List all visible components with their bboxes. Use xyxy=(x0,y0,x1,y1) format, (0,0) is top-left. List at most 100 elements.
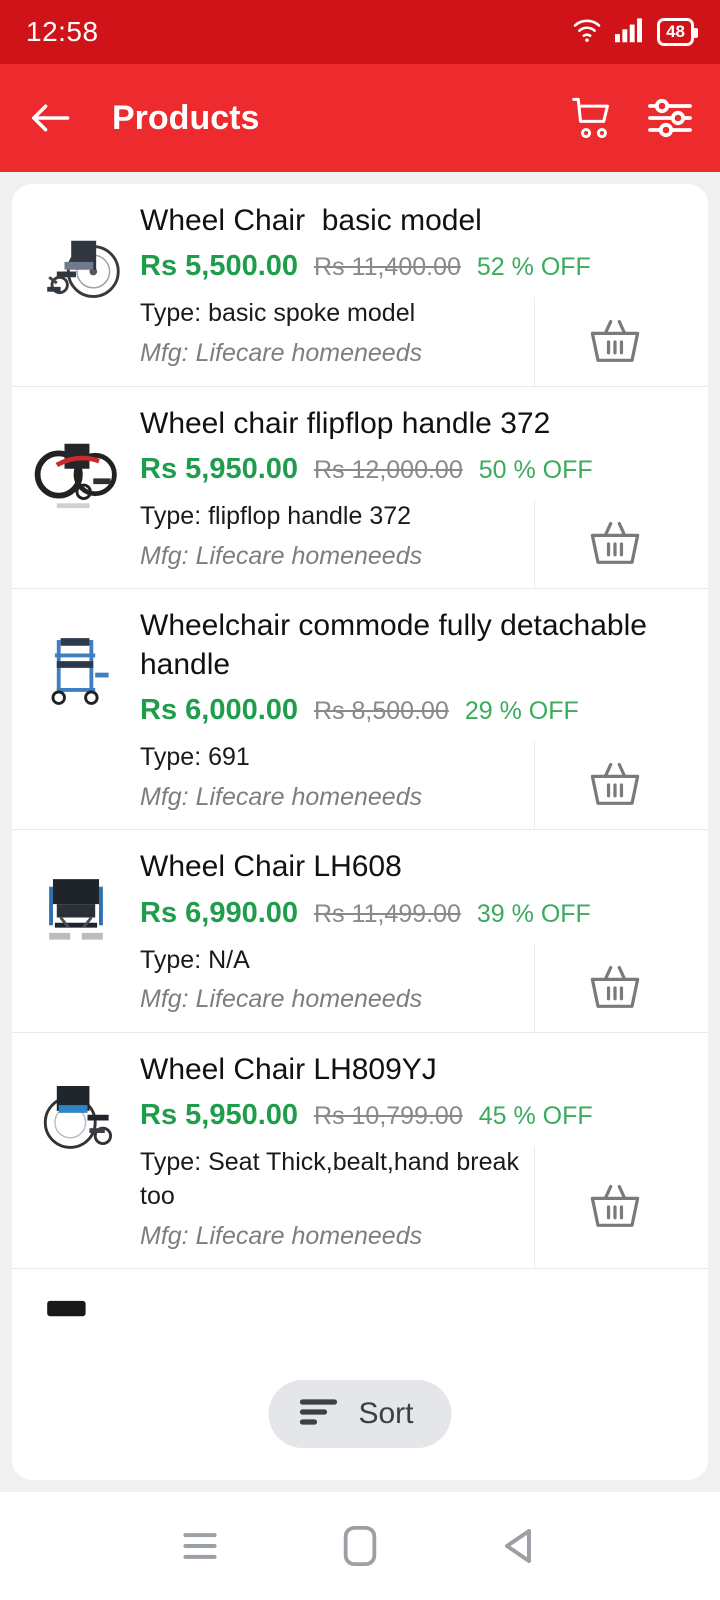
product-info xyxy=(140,1283,708,1393)
back-arrow-icon[interactable] xyxy=(26,94,74,142)
product-list-card: Wheel Chair basic model Rs 5,500.00 Rs 1… xyxy=(12,184,708,1480)
battery-level: 48 xyxy=(666,22,685,42)
product-thumbnail xyxy=(12,844,140,1032)
product-thumbnail xyxy=(12,1047,140,1268)
status-time: 12:58 xyxy=(26,16,99,47)
product-type: Type: flipflop handle 372 xyxy=(140,502,412,531)
product-mrp: Rs 11,499.00 xyxy=(314,899,461,928)
product-meta: Type: 691 Mfg: Lifecare homeneeds xyxy=(140,741,534,829)
product-info: Wheel Chair LH809YJ Rs 5,950.00 Rs 10,79… xyxy=(140,1047,708,1269)
sort-button[interactable]: Sort xyxy=(268,1380,452,1448)
product-price: Rs 6,990.00 xyxy=(140,896,299,929)
product-discount: 50 % OFF xyxy=(478,456,593,485)
product-price: Rs 5,950.00 xyxy=(140,453,299,486)
sort-lines-icon xyxy=(298,1396,338,1433)
product-mrp: Rs 10,799.00 xyxy=(314,1102,463,1131)
wheelchair-lh809yj-thumbnail xyxy=(43,1085,112,1149)
product-pricing: Rs 5,950.00 Rs 10,799.00 45 % OFF xyxy=(140,1099,694,1132)
wifi-icon xyxy=(571,16,603,49)
product-manufacturer: Mfg: Lifecare homeneeds xyxy=(140,339,423,368)
home-square-icon[interactable] xyxy=(328,1514,392,1578)
product-price: Rs 6,000.00 xyxy=(140,694,299,727)
product-mrp: Rs 8,500.00 xyxy=(314,697,449,726)
basket-icon xyxy=(590,965,639,1008)
product-info: Wheel Chair basic model Rs 5,500.00 Rs 1… xyxy=(140,198,708,386)
product-title: Wheelchair commode fully detachable hand… xyxy=(140,609,656,681)
add-to-basket-button[interactable] xyxy=(534,1146,694,1269)
basket-icon xyxy=(590,319,639,362)
add-to-basket-button[interactable] xyxy=(534,943,694,1032)
back-triangle-icon[interactable] xyxy=(488,1514,552,1578)
phone-screen: 12:58 48 Products Wheel Chair basic mode… xyxy=(0,0,720,1600)
page-title: Products xyxy=(112,98,260,137)
basket-icon xyxy=(590,1185,639,1228)
product-price: Rs 5,950.00 xyxy=(140,1099,299,1132)
product-bottom-row: Type: 691 Mfg: Lifecare homeneeds xyxy=(140,741,694,830)
product-thumbnail xyxy=(12,1283,140,1393)
product-thumbnail xyxy=(12,401,140,589)
product-list-item-partial[interactable] xyxy=(12,1268,708,1393)
product-list-item[interactable]: Wheel Chair basic model Rs 5,500.00 Rs 1… xyxy=(12,184,708,386)
product-discount: 45 % OFF xyxy=(478,1102,593,1131)
product-manufacturer: Mfg: Lifecare homeneeds xyxy=(140,985,423,1014)
status-bar: 12:58 48 xyxy=(0,0,720,64)
product-meta: Type: basic spoke model Mfg: Lifecare ho… xyxy=(140,297,534,385)
wheelchair-basic-spoke-thumbnail xyxy=(47,240,120,298)
product-bottom-row: Type: Seat Thick,bealt,hand break too Mf… xyxy=(140,1146,694,1269)
add-to-basket-button[interactable] xyxy=(534,297,694,386)
android-nav-bar xyxy=(0,1492,720,1600)
product-discount: 29 % OFF xyxy=(464,697,579,726)
product-manufacturer: Mfg: Lifecare homeneeds xyxy=(140,782,423,811)
status-icons: 48 xyxy=(571,16,698,49)
product-type: Type: Seat Thick,bealt,hand break too xyxy=(140,1148,519,1211)
basket-icon xyxy=(590,522,639,565)
product-list-item[interactable]: Wheelchair commode fully detachable hand… xyxy=(12,588,708,830)
recents-menu-icon[interactable] xyxy=(168,1514,232,1578)
product-type: Type: N/A xyxy=(140,945,250,974)
product-meta: Type: Seat Thick,bealt,hand break too Mf… xyxy=(140,1146,534,1268)
product-pricing: Rs 6,000.00 Rs 8,500.00 29 % OFF xyxy=(140,694,694,727)
product-list-item[interactable]: Wheel Chair LH809YJ Rs 5,950.00 Rs 10,79… xyxy=(12,1031,708,1269)
basket-icon xyxy=(590,763,639,806)
product-meta: Type: flipflop handle 372 Mfg: Lifecare … xyxy=(140,500,534,588)
product-discount: 39 % OFF xyxy=(476,899,591,928)
sort-button-label: Sort xyxy=(358,1397,414,1430)
app-bar: Products xyxy=(0,64,720,172)
signal-bars-icon xyxy=(615,17,645,48)
wheelchair-lh608-thumbnail xyxy=(49,879,103,940)
product-type: Type: 691 xyxy=(140,743,250,772)
product-meta: Type: N/A Mfg: Lifecare homeneeds xyxy=(140,944,534,1032)
product-type: Type: basic spoke model xyxy=(140,299,416,328)
product-mrp: Rs 12,000.00 xyxy=(314,456,463,485)
product-bottom-row: Type: flipflop handle 372 Mfg: Lifecare … xyxy=(140,500,694,589)
product-title: Wheel Chair LH608 xyxy=(140,850,402,884)
product-title: Wheel chair flipflop handle 372 xyxy=(140,406,551,440)
product-bottom-row: Type: N/A Mfg: Lifecare homeneeds xyxy=(140,943,694,1032)
product-title: Wheel Chair basic model xyxy=(140,204,482,237)
wheelchair-next-thumbnail xyxy=(47,1301,86,1317)
product-thumbnail xyxy=(12,603,140,829)
product-list-item[interactable]: Wheel chair flipflop handle 372 Rs 5,950… xyxy=(12,385,708,589)
product-mrp: Rs 11,400.00 xyxy=(314,253,461,282)
product-pricing: Rs 5,500.00 Rs 11,400.00 52 % OFF xyxy=(140,250,694,283)
product-bottom-row: Type: basic spoke model Mfg: Lifecare ho… xyxy=(140,297,694,386)
product-info: Wheel chair flipflop handle 372 Rs 5,950… xyxy=(140,401,708,589)
product-manufacturer: Mfg: Lifecare homeneeds xyxy=(140,1221,423,1250)
add-to-basket-button[interactable] xyxy=(534,500,694,589)
filter-sliders-icon[interactable] xyxy=(646,94,694,142)
shopping-cart-icon[interactable] xyxy=(570,94,618,142)
product-info: Wheel Chair LH608 Rs 6,990.00 Rs 11,499.… xyxy=(140,844,708,1032)
wheelchair-flipflop-red-thumbnail xyxy=(34,443,117,508)
product-thumbnail xyxy=(12,198,140,386)
product-title: Wheel Chair LH809YJ xyxy=(140,1052,437,1086)
product-discount: 52 % OFF xyxy=(476,253,591,282)
add-to-basket-button[interactable] xyxy=(534,741,694,830)
product-price: Rs 5,500.00 xyxy=(140,250,299,283)
product-pricing: Rs 6,990.00 Rs 11,499.00 39 % OFF xyxy=(140,897,694,930)
product-manufacturer: Mfg: Lifecare homeneeds xyxy=(140,541,423,570)
wheelchair-commode-blue-thumbnail xyxy=(51,638,109,706)
product-pricing: Rs 5,950.00 Rs 12,000.00 50 % OFF xyxy=(140,453,694,486)
product-list-item[interactable]: Wheel Chair LH608 Rs 6,990.00 Rs 11,499.… xyxy=(12,829,708,1032)
battery-icon: 48 xyxy=(657,18,698,46)
product-info: Wheelchair commode fully detachable hand… xyxy=(140,603,708,830)
